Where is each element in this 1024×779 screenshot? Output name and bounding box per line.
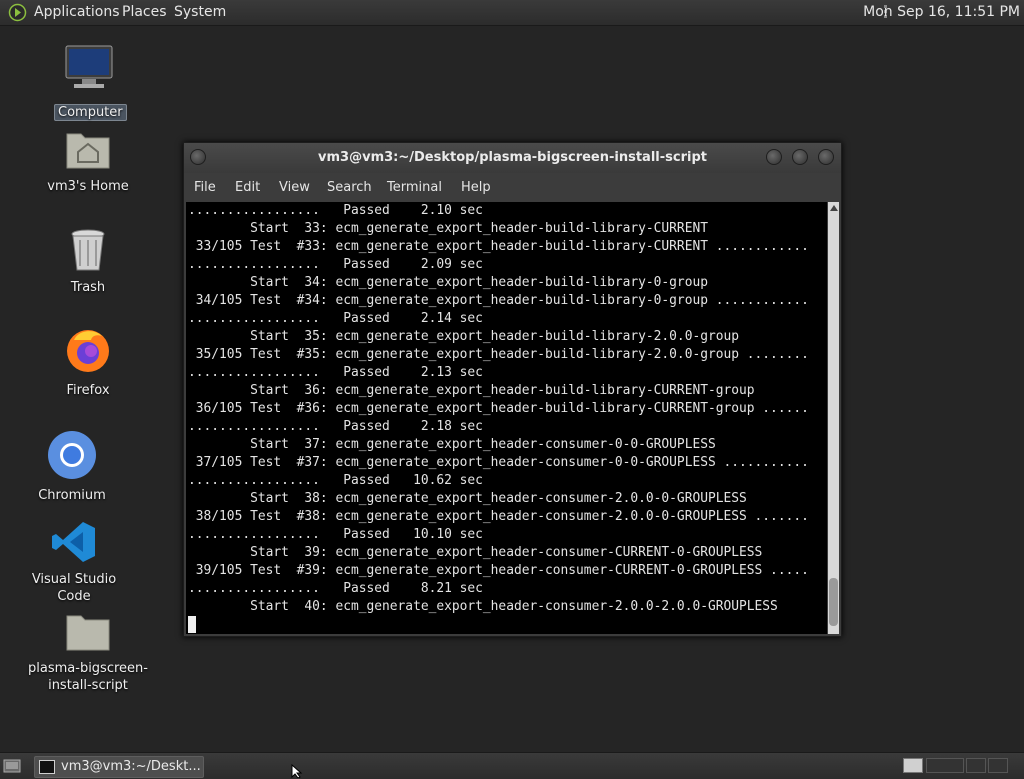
desktop-icon-home[interactable]: vm3's Home xyxy=(38,128,138,195)
workspace-1[interactable] xyxy=(903,758,923,773)
terminal-icon xyxy=(39,760,55,774)
workspace-2[interactable] xyxy=(926,758,964,773)
terminal-line: 34/105 Test #34: ecm_generate_export_hea… xyxy=(188,293,809,308)
desktop-icon-label: Visual Studio Code xyxy=(31,572,117,604)
terminal-line: Start 37: ecm_generate_export_header-con… xyxy=(188,437,716,452)
menu-edit[interactable]: Edit xyxy=(235,173,260,202)
applications-menu[interactable]: Applications xyxy=(34,0,120,25)
desktop-icon-label-line1: plasma-bigscreen- xyxy=(28,661,148,676)
taskbar-item-label: vm3@vm3:~/Deskt... xyxy=(61,759,201,774)
desktop-icon-label: vm3's Home xyxy=(47,179,129,194)
terminal-menubar: File Edit View Search Terminal Help xyxy=(184,173,841,202)
chromium-icon xyxy=(48,431,96,479)
scroll-up-arrow-icon[interactable] xyxy=(830,205,838,211)
applications-menu-icon[interactable] xyxy=(8,3,27,22)
maximize-button[interactable] xyxy=(792,149,808,165)
desktop-icon-label: Computer xyxy=(54,104,127,121)
desktop-icon-label: Chromium xyxy=(38,488,106,503)
desktop-icon-label-line2: install-script xyxy=(48,678,128,693)
clock[interactable]: Mon Sep 16, 11:51 PM xyxy=(863,0,1020,25)
places-menu[interactable]: Places xyxy=(122,0,167,25)
desktop-icon-label: Firefox xyxy=(66,383,110,398)
taskbar-item-terminal[interactable]: vm3@vm3:~/Deskt... xyxy=(34,756,204,778)
folder-icon xyxy=(66,615,110,651)
firefox-icon xyxy=(67,330,109,372)
terminal-line: Start 35: ecm_generate_export_header-bui… xyxy=(188,329,740,344)
terminal-line: ................. Passed 2.10 sec xyxy=(188,203,483,218)
menu-view[interactable]: View xyxy=(279,173,310,202)
bottom-panel: vm3@vm3:~/Deskt... xyxy=(0,752,1024,779)
terminal-line: ................. Passed 2.18 sec xyxy=(188,419,483,434)
terminal-line: 35/105 Test #35: ecm_generate_export_hea… xyxy=(188,347,809,362)
desktop-icon-trash[interactable]: Trash xyxy=(48,228,128,296)
terminal-line: Start 34: ecm_generate_export_header-bui… xyxy=(188,275,708,290)
terminal-line: ................. Passed 10.10 sec xyxy=(188,527,483,542)
vscode-icon xyxy=(52,522,95,562)
terminal-text: ................. Passed 2.10 sec Start … xyxy=(188,202,809,616)
minimize-button[interactable] xyxy=(766,149,782,165)
system-menu[interactable]: System xyxy=(174,0,226,25)
terminal-line: ................. Passed 2.09 sec xyxy=(188,257,483,272)
workspace-4[interactable] xyxy=(988,758,1008,773)
terminal-output[interactable]: ................. Passed 2.10 sec Start … xyxy=(186,202,827,634)
terminal-line: Start 33: ecm_generate_export_header-bui… xyxy=(188,221,708,236)
desktop-icon-firefox[interactable]: Firefox xyxy=(48,326,128,399)
terminal-line: ................. Passed 8.21 sec xyxy=(188,581,483,596)
desktop-icon-label: Trash xyxy=(70,280,106,295)
terminal-line: 37/105 Test #37: ecm_generate_export_hea… xyxy=(188,455,809,470)
menu-search[interactable]: Search xyxy=(327,173,372,202)
mouse-pointer-icon xyxy=(291,764,303,778)
top-panel: Applications Places System Mon Sep 16, 1… xyxy=(0,0,1024,26)
terminal-line: Start 36: ecm_generate_export_header-bui… xyxy=(188,383,755,398)
desktop-icon-vscode[interactable]: Visual Studio Code xyxy=(14,520,134,605)
window-titlebar[interactable]: vm3@vm3:~/Desktop/plasma-bigscreen-insta… xyxy=(184,143,841,173)
terminal-line: Start 40: ecm_generate_export_header-con… xyxy=(188,599,778,614)
terminal-window[interactable]: vm3@vm3:~/Desktop/plasma-bigscreen-insta… xyxy=(183,142,842,637)
home-folder-icon xyxy=(66,133,110,169)
scrollbar-thumb[interactable] xyxy=(829,578,838,626)
terminal-line: 33/105 Test #33: ecm_generate_export_hea… xyxy=(188,239,809,254)
terminal-line: 38/105 Test #38: ecm_generate_export_hea… xyxy=(188,509,809,524)
terminal-line: 36/105 Test #36: ecm_generate_export_hea… xyxy=(188,401,809,416)
terminal-line: Start 38: ecm_generate_export_header-con… xyxy=(188,491,747,506)
terminal-scrollbar[interactable] xyxy=(828,202,839,634)
menu-terminal[interactable]: Terminal xyxy=(387,173,442,202)
terminal-cursor xyxy=(188,616,196,633)
desktop-icon-install-script-folder[interactable]: plasma-bigscreen- install-script xyxy=(18,610,158,694)
terminal-line: Start 39: ecm_generate_export_header-con… xyxy=(188,545,763,560)
computer-icon xyxy=(65,45,113,88)
window-title: vm3@vm3:~/Desktop/plasma-bigscreen-insta… xyxy=(318,150,707,165)
workspace-3[interactable] xyxy=(966,758,986,773)
terminal-line: ................. Passed 10.62 sec xyxy=(188,473,483,488)
desktop-icon-chromium[interactable]: Chromium xyxy=(32,430,112,504)
show-desktop-icon[interactable] xyxy=(3,758,21,774)
terminal-line: 39/105 Test #39: ecm_generate_export_hea… xyxy=(188,563,809,578)
terminal-line: ................. Passed 2.14 sec xyxy=(188,311,483,326)
terminal-line: ................. Passed 2.13 sec xyxy=(188,365,483,380)
trash-icon xyxy=(71,229,105,271)
menu-help[interactable]: Help xyxy=(461,173,491,202)
close-button[interactable] xyxy=(818,149,834,165)
menu-file[interactable]: File xyxy=(194,173,216,202)
desktop-icon-computer[interactable]: Computer xyxy=(54,44,127,121)
